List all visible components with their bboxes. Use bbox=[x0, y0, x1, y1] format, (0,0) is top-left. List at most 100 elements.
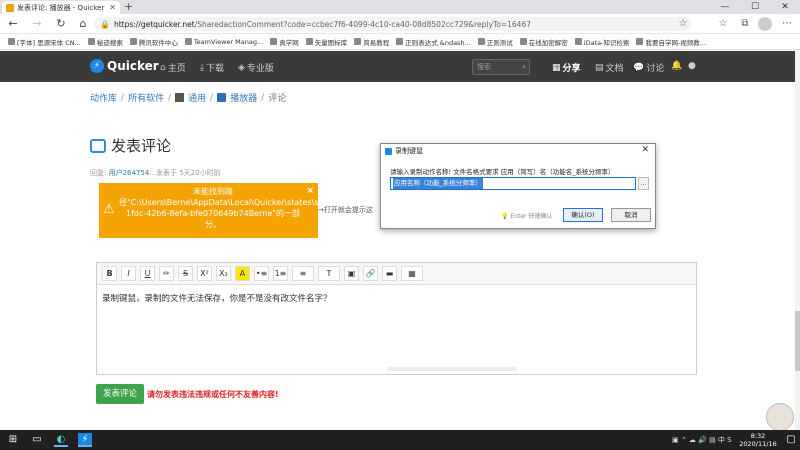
maximize-button[interactable]: ☐ bbox=[740, 0, 770, 14]
url-domain: https://getquicker.net bbox=[113, 19, 195, 29]
tab-title: 发表评论: 播放器 - Quicker bbox=[17, 3, 105, 12]
underline-button[interactable]: U bbox=[140, 266, 155, 281]
page-scrollbar[interactable] bbox=[795, 51, 800, 431]
cancel-button[interactable]: 取消 bbox=[611, 208, 651, 222]
dialog-titlebar: 录制键鼠 ✕ bbox=[381, 144, 655, 158]
bookmark-item[interactable]: 秘迹搜索 bbox=[87, 37, 123, 47]
close-window-button[interactable]: ✕ bbox=[770, 0, 800, 14]
editor-resize-handle[interactable] bbox=[387, 367, 517, 371]
nav-docs[interactable]: ▤ 文档 bbox=[595, 61, 624, 75]
home-icon[interactable]: ⌂ bbox=[76, 17, 90, 31]
error-message: 未能找到路径"C:\Users\Berne\AppData\Local\Quic… bbox=[119, 187, 383, 229]
minimize-button[interactable]: — bbox=[710, 0, 740, 14]
user-icon[interactable]: ● bbox=[688, 61, 696, 71]
table-dropdown[interactable]: ▦ bbox=[401, 266, 423, 281]
submit-comment-button[interactable]: 发表评论 bbox=[96, 384, 144, 404]
lock-icon: 🔒 bbox=[100, 19, 110, 29]
breadcrumb-general[interactable]: 通用 bbox=[188, 91, 206, 104]
notifications-icon[interactable]: ▢ bbox=[784, 433, 798, 447]
nav-home[interactable]: ⌂ 主页 bbox=[160, 61, 186, 75]
bold-button[interactable]: B bbox=[102, 266, 117, 281]
breadcrumb-all-software[interactable]: 所有软件 bbox=[128, 91, 164, 104]
editor-toolbar: B I U ✏ S X² X₂ A •≡ 1≡ ≡ T ▣ 🔗 ▬ ▦ bbox=[97, 263, 696, 285]
editor-content[interactable]: 录制键鼠，录制的文件无法保存，你是不是没有改文件名字？ bbox=[102, 292, 332, 304]
close-toast-icon[interactable]: × bbox=[306, 186, 314, 196]
align-dropdown[interactable]: ≡ bbox=[292, 266, 314, 281]
superscript-button[interactable]: X² bbox=[197, 266, 212, 281]
bookmark-item[interactable]: 腾讯软件中心 bbox=[129, 37, 178, 47]
favorites-icon[interactable]: ☆ bbox=[716, 17, 730, 31]
windows-start-icon[interactable]: ⊞ bbox=[6, 433, 20, 447]
bookmark-item[interactable]: TeamViewer Manag... bbox=[184, 38, 263, 46]
quicker-taskbar-icon[interactable]: ⚡ bbox=[78, 433, 92, 447]
system-clock[interactable]: 8:32 2020/11/16 bbox=[738, 432, 778, 448]
highlight-button[interactable]: A bbox=[235, 266, 250, 281]
more-button[interactable]: ... bbox=[638, 177, 649, 190]
edge-browser-icon[interactable]: ◐ bbox=[54, 433, 68, 447]
video-button[interactable]: ▬ bbox=[382, 266, 397, 281]
search-icon: ⌕ bbox=[522, 63, 526, 71]
site-logo[interactable]: ⚡ Quicker bbox=[90, 59, 159, 73]
dialog-prompt: 请输入录制动作名称! 文件名格式要求 应用（简写）名（功能名_系统分频率） bbox=[390, 168, 615, 176]
bullet-list-button[interactable]: •≡ bbox=[254, 266, 269, 281]
strikethrough-button[interactable]: S bbox=[178, 266, 193, 281]
taskbar: ⊞ ▭ ◐ ⚡ ▣ ⌃ ☁ 🔊 ▤ 中 S 8:32 2020/11/16 ▢ bbox=[0, 430, 800, 450]
nav-download[interactable]: ⤓ 下载 bbox=[200, 61, 224, 75]
menu-icon[interactable]: ⋯ bbox=[780, 17, 794, 31]
nav-pro[interactable]: ◈ 专业版 bbox=[238, 61, 274, 75]
nav-discuss[interactable]: 💬 讨论 bbox=[633, 61, 664, 75]
bookmark-item[interactable]: 正则测试 bbox=[477, 37, 513, 47]
collections-icon[interactable]: ⧉ bbox=[738, 17, 752, 31]
pro-icon: ◈ bbox=[238, 62, 245, 73]
bookmark-item[interactable]: 我要自学网-视频教... bbox=[636, 37, 706, 47]
hint-text: →打开就会提示这 bbox=[318, 206, 373, 214]
site-search-input[interactable]: 搜索 ⌕ bbox=[472, 59, 530, 75]
breadcrumb-action-library[interactable]: 动作库 bbox=[90, 91, 117, 104]
image-button[interactable]: ▣ bbox=[344, 266, 359, 281]
bookmark-item[interactable]: 正则表达式 &ndash... bbox=[396, 37, 471, 47]
bookmark-item[interactable]: 矢量图标库 bbox=[305, 37, 347, 47]
ordered-list-button[interactable]: 1≡ bbox=[273, 266, 288, 281]
font-size-dropdown[interactable]: T bbox=[318, 266, 340, 281]
action-name-input[interactable]: 应用名称（功能_系统分频率） bbox=[390, 177, 636, 190]
app-icon bbox=[385, 147, 392, 155]
url-field[interactable]: 🔒 https://getquicker.net/SharedactionCom… bbox=[94, 17, 692, 31]
error-toast: ⚠ 未能找到路径"C:\Users\Berne\AppData\Local\Qu… bbox=[99, 183, 383, 238]
rule-warning: 请勿发表违法违规或任何不友善内容! bbox=[147, 390, 279, 399]
confirm-button[interactable]: 确认(O) bbox=[563, 208, 603, 222]
site-navbar: ⚡ Quicker ⌂ 主页 ⤓ 下载 ◈ 专业版 搜索 ⌕ ▦ 分享 ▤ 文档 💬 讨论 … bbox=[0, 51, 800, 82]
bell-icon[interactable]: 🔔 bbox=[671, 61, 682, 71]
eraser-button[interactable]: ✏ bbox=[159, 266, 174, 281]
bookmark-item[interactable]: 真学网 bbox=[270, 37, 299, 47]
grid-icon: ▦ bbox=[552, 62, 561, 73]
star-icon[interactable]: ☆ bbox=[676, 17, 690, 31]
chat-icon: 💬 bbox=[633, 62, 645, 73]
forward-icon[interactable]: → bbox=[30, 17, 44, 31]
nav-share[interactable]: ▦ 分享 bbox=[552, 61, 581, 75]
new-tab-button[interactable]: + bbox=[124, 1, 133, 13]
profile-avatar[interactable] bbox=[758, 17, 772, 31]
breadcrumb-player[interactable]: 播放器 bbox=[230, 91, 257, 104]
link-button[interactable]: 🔗 bbox=[363, 266, 378, 281]
bookmark-item[interactable]: [字体] 思源宋体 CN... bbox=[8, 37, 81, 47]
dialog-title: 录制键鼠 bbox=[395, 147, 423, 155]
download-icon: ⤓ bbox=[200, 62, 204, 73]
bookmark-item[interactable]: 在线加密解密 bbox=[519, 37, 568, 47]
tray-icons[interactable]: ▣ ⌃ ☁ 🔊 ▤ 中 S bbox=[672, 435, 732, 445]
url-path: /SharedactionComment?code=ccbec7f6-4099-… bbox=[194, 19, 531, 29]
subscript-button[interactable]: X₂ bbox=[216, 266, 231, 281]
back-icon[interactable]: ← bbox=[6, 17, 20, 31]
enter-hint: 💡 Enter 快速确认 bbox=[501, 213, 553, 220]
dialog-close-icon[interactable]: ✕ bbox=[641, 145, 649, 155]
task-view-icon[interactable]: ▭ bbox=[30, 433, 44, 447]
bookmark-item[interactable]: 简易教程 bbox=[354, 37, 389, 47]
bookmark-item[interactable]: iData-知识检索 bbox=[574, 37, 629, 47]
browser-tab[interactable]: 发表评论: 播放器 - Quicker ✕ bbox=[2, 1, 120, 14]
reload-icon[interactable]: ↻ bbox=[54, 17, 68, 31]
close-tab-icon[interactable]: ✕ bbox=[109, 3, 116, 12]
assistant-avatar[interactable] bbox=[766, 403, 794, 431]
reply-user-link[interactable]: 用户264754 bbox=[109, 169, 150, 177]
italic-button[interactable]: I bbox=[121, 266, 136, 281]
address-bar-row: ← → ↻ ⌂ 🔒 https://getquicker.net/Shareda… bbox=[0, 14, 800, 34]
home-icon: ⌂ bbox=[160, 62, 166, 73]
